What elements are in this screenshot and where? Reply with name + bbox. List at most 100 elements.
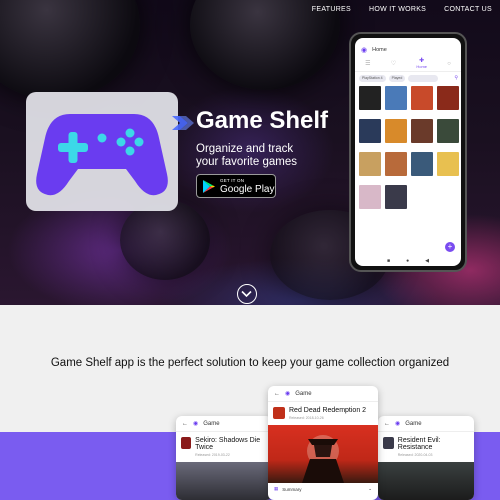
card-header: Sekiro: Shadows Die Twice Released: 2019… [176,432,272,462]
card-app-bar: ← ◉ Game [176,416,272,432]
feature-headline: Game Shelf app is the perfect solution t… [50,357,450,369]
game-cover-thumb [359,119,381,143]
back-arrow-icon[interactable]: ← [274,391,280,397]
nav-features[interactable]: FEATURES [312,6,351,13]
card-header: Red Dead Redemption 2 Released: 2018-10-… [268,402,378,425]
cowboy-silhouette-icon [302,435,344,483]
card-bar-title: Game [405,420,422,427]
game-tile[interactable] [359,185,381,215]
game-cover-thumb [437,86,459,110]
google-play-icon [203,180,215,193]
game-tile[interactable] [411,119,433,149]
game-card-center[interactable]: ← ◉ Game Red Dead Redemption 2 Released:… [268,386,378,500]
game-tile[interactable] [359,86,381,116]
game-tile[interactable] [411,152,433,182]
game-cover-thumb [411,152,433,176]
card-app-bar: ← ◉ Game [268,386,378,402]
phone-screen: ◉ Home ☰ ♡ ✚ Home ○ PlayStation 4 Played… [355,38,461,266]
brand-chevron-icon [172,116,194,130]
game-card-left[interactable]: ← ◉ Game Sekiro: Shadows Die Twice Relea… [176,416,272,500]
chevron-down-icon [241,290,252,298]
expand-icon: ⌄ [368,486,372,491]
filter-chip-more[interactable] [408,74,439,82]
back-arrow-icon[interactable]: ← [384,421,390,427]
nav-contact-us[interactable]: CONTACT US [444,6,492,13]
game-cover-thumb [437,152,459,176]
joystick-left [0,0,140,100]
gamepad-small-icon: ◉ [285,391,291,397]
phone-app-title: Home [372,47,387,53]
game-tile[interactable] [437,119,459,149]
game-cover-thumb [411,86,433,110]
nav-how-it-works[interactable]: HOW IT WORKS [369,6,426,13]
scroll-down-button[interactable] [237,284,257,304]
game-tile[interactable] [385,152,407,182]
filter-chip-platform[interactable]: PlayStation 4 [359,74,386,82]
phone-app-bar: ◉ Home [355,44,461,56]
game-tile-caption [359,176,381,182]
back-arrow-icon[interactable]: ← [182,421,188,427]
game-tile[interactable] [437,86,459,116]
nav-recents-icon[interactable]: ■ [387,258,390,264]
game-released: Released: 2019-03-22 [195,453,230,457]
game-cover-thumb [385,152,407,176]
summary-icon: ▦ [274,486,279,491]
game-tile[interactable] [385,119,407,149]
game-tile-caption [411,110,433,116]
gamepad-small-icon: ◉ [193,421,199,427]
game-released: Released: 2018-10-26 [289,416,324,420]
google-play-badge[interactable]: GET IT ON Google Play [196,174,276,198]
game-tile-caption [437,143,459,149]
app-tagline: Organize and track your favorite games [196,143,297,168]
game-tile-caption [359,143,381,149]
game-tile-caption [385,176,407,182]
game-cover-art [268,425,378,483]
game-tile[interactable] [385,185,407,215]
search-icon[interactable]: ⚲ [454,75,458,81]
android-nav-bar: ■ ● ◀ [355,256,461,266]
nav-back-icon[interactable]: ◀ [425,258,429,264]
gamepad-small-icon: ◉ [395,421,401,427]
tab-home[interactable]: ✚ Home [416,58,427,69]
game-thumb [181,437,192,449]
game-cover-thumb [359,152,381,176]
phone-filter-row: PlayStation 4 Played ⚲ [355,72,461,84]
tab-settings-icon[interactable]: ○ [447,61,451,67]
game-grid [355,84,461,217]
game-cover-thumb [359,86,381,110]
game-tile[interactable] [411,86,433,116]
game-title: Sekiro: Shadows Die Twice [195,437,261,451]
game-tile[interactable] [359,152,381,182]
game-tile[interactable] [437,152,459,182]
joystick-bottom [120,200,210,280]
gamepad-small-icon: ◉ [361,47,368,54]
badge-small-text: GET IT ON [220,178,245,183]
game-tile-caption [411,143,433,149]
badge-big-text: Google Play [220,184,275,195]
game-title: Red Dead Redemption 2 [289,407,367,414]
game-cover-thumb [385,185,407,209]
game-title: Resident Evil: Resistance [397,437,441,451]
tab-wishlist-icon[interactable]: ♡ [391,60,396,67]
nav-home-icon[interactable]: ● [406,258,409,264]
game-tile[interactable] [385,86,407,116]
card-bar-title: Game [295,390,312,397]
game-cover-art [378,462,474,500]
add-game-button[interactable]: + [445,242,455,252]
phone-tab-bar: ☰ ♡ ✚ Home ○ [355,56,461,72]
filter-chip-status[interactable]: Played [388,74,406,82]
app-logo-tile [26,92,178,211]
game-cover-thumb [385,119,407,143]
phone-mockup: ◉ Home ☰ ♡ ✚ Home ○ PlayStation 4 Played… [349,32,467,272]
card-app-bar: ← ◉ Game [378,416,474,432]
game-cover-art [176,462,272,500]
game-released: Released: 2020-04-03 [397,453,433,457]
tab-list-icon[interactable]: ☰ [365,60,370,67]
card-bar-title: Game [203,420,220,427]
game-cover-thumb [437,119,459,143]
game-tile[interactable] [359,119,381,149]
card-header: Resident Evil: Resistance Released: 2020… [378,432,474,462]
game-card-right[interactable]: ← ◉ Game Resident Evil: Resistance Relea… [378,416,474,500]
game-tile-caption [359,209,381,215]
summary-row[interactable]: ▦ Summary ⌄ [268,483,378,495]
